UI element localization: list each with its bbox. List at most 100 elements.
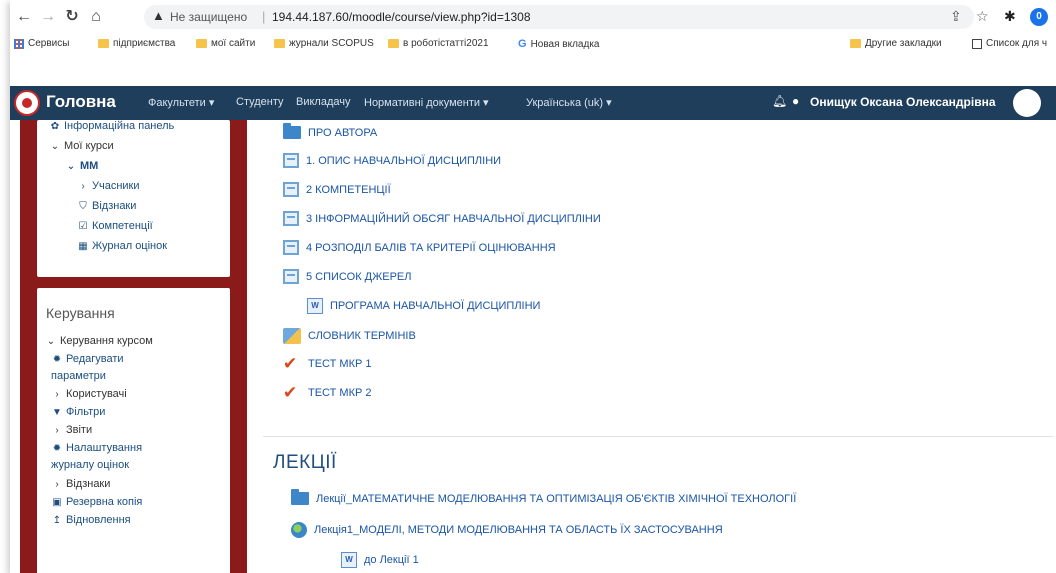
bookmark-folder[interactable]: мої сайти — [196, 38, 255, 49]
not-secure-label[interactable]: Не защищено — [170, 10, 247, 24]
share-icon[interactable]: ⇪ — [950, 8, 962, 25]
nav-language[interactable]: Українська (uk) ▾ — [526, 96, 612, 109]
filter-icon: ▼ — [52, 407, 62, 418]
activity-label: ТЕСТ МКР 1 — [308, 358, 372, 370]
admin-gradebook-setup[interactable]: ✹ Налаштування — [51, 442, 142, 454]
tree-label: Звіти — [66, 424, 93, 436]
tree-label: Налаштування — [66, 442, 143, 454]
site-home-link[interactable]: Головна — [46, 92, 116, 112]
bell-icon[interactable]: 🔔︎ — [772, 94, 787, 108]
activity-page[interactable]: 1. ОПИС НАВЧАЛЬНОЇ ДИСЦИПЛІНИ — [283, 153, 501, 168]
tree-label: Фільтри — [66, 406, 106, 418]
activity-word-file[interactable]: W ПРОГРАМА НАВЧАЛЬНОЇ ДИСЦИПЛІНИ — [307, 298, 540, 314]
bookmark-apps[interactable]: Сервисы — [14, 38, 69, 49]
chat-icon[interactable]: ● — [792, 94, 799, 108]
nav-teacher[interactable]: Викладачу — [296, 96, 350, 108]
upload-icon: ↥ — [52, 515, 62, 526]
forward-icon[interactable]: → — [38, 7, 58, 27]
activity-glossary[interactable]: СЛОВНИК ТЕРМІНІВ — [283, 328, 416, 344]
nav-dashboard[interactable]: ✿ Інформаційна панель — [49, 120, 175, 132]
site-logo[interactable] — [14, 90, 40, 116]
lecture-folder[interactable]: Лекції_МАТЕМАТИЧНЕ МОДЕЛЮВАННЯ ТА ОПТИМІ… — [291, 489, 797, 505]
bookmarks-bar: Сервисы підприємства мої сайти журнали S… — [10, 35, 1056, 55]
glossary-icon — [283, 328, 301, 344]
back-icon[interactable]: ← — [14, 7, 34, 27]
sidebar: ✿ Інформаційна панель ⌄ Мої курси ⌄ ММ › Уча… — [20, 120, 247, 573]
star-icon[interactable]: ☆ — [976, 8, 989, 25]
url-input[interactable]: ▲ Не защищено | 194.44.187.60/moodle/cou… — [144, 5, 974, 29]
course-content: ПРО АВТОРА 1. ОПИС НАВЧАЛЬНОЇ ДИСЦИПЛІНИ… — [255, 120, 1056, 573]
activity-page[interactable]: 4 РОЗПОДІЛ БАЛІВ ТА КРИТЕРІЇ ОЦІНЮВАННЯ — [283, 240, 556, 255]
nav-student[interactable]: Студенту — [236, 96, 284, 108]
bookmark-label: підприємства — [113, 38, 176, 49]
activity-label: до Лекції 1 — [364, 554, 419, 566]
nav-competencies[interactable]: ☑ Компетенції — [77, 220, 153, 232]
chevron-down-icon: ⌄ — [46, 336, 56, 347]
bookmark-other[interactable]: Другие закладки — [850, 38, 942, 49]
home-icon[interactable]: ⌂ — [86, 7, 106, 27]
bookmark-folder[interactable]: підприємства — [98, 38, 175, 49]
activity-folder[interactable]: ПРО АВТОРА — [283, 123, 377, 139]
bookmark-new-tab[interactable]: G Новая вкладка — [518, 38, 600, 50]
bookmark-reading-list[interactable]: Список для ч — [972, 38, 1047, 49]
activity-page[interactable]: 5 СПИСОК ДЖЕРЕЛ — [283, 269, 412, 284]
apps-grid-icon — [14, 38, 24, 49]
page-icon — [283, 182, 299, 197]
admin-backup[interactable]: ▣ Резервна копія — [51, 496, 142, 508]
user-menu[interactable]: Онищук Оксана Олександрівна — [810, 95, 996, 109]
url-separator: | — [262, 9, 266, 24]
activity-label: Лекції_МАТЕМАТИЧНЕ МОДЕЛЮВАННЯ ТА ОПТИМІ… — [316, 492, 797, 505]
admin-edit-settings-line2[interactable]: параметри — [51, 370, 106, 382]
activity-label: Лекція1_МОДЕЛІ, МЕТОДИ МОДЕЛЮВАННЯ ТА ОБ… — [314, 524, 723, 536]
extensions-icon[interactable]: ✱ — [1004, 8, 1016, 25]
tree-label: Інформаційна панель — [64, 120, 175, 132]
tree-label: ММ — [80, 160, 99, 172]
tree-label: Компетенції — [92, 220, 153, 232]
tree-label: Відзнаки — [66, 478, 111, 490]
chevron-right-icon: › — [55, 425, 59, 436]
tree-label: Відновлення — [66, 514, 131, 526]
bookmark-folder[interactable]: в роботістатті2021 — [388, 38, 489, 49]
admin-course-admin[interactable]: ⌄ Керування курсом — [45, 335, 153, 347]
chevron-down-icon: ⌄ — [50, 141, 60, 152]
profile-badge[interactable]: 0 — [1030, 8, 1048, 26]
activity-page[interactable]: 2 КОМПЕТЕНЦІЇ — [283, 182, 391, 197]
quiz-check-icon: ✔ — [283, 354, 298, 373]
admin-gradebook-setup-line2[interactable]: журналу оцінок — [51, 459, 129, 471]
admin-restore[interactable]: ↥ Відновлення — [51, 514, 131, 526]
activity-label: ПРОГРАМА НАВЧАЛЬНОЇ ДИСЦИПЛІНИ — [330, 300, 541, 312]
admin-badges[interactable]: › Відзнаки — [51, 478, 110, 490]
bookmark-folder[interactable]: журнали SCOPUS — [274, 38, 374, 49]
nav-regulations[interactable]: Нормативні документи ▾ — [364, 96, 489, 109]
gear-icon: ✹ — [52, 443, 62, 454]
admin-users[interactable]: › Користувачі — [51, 388, 127, 400]
admin-edit-settings[interactable]: ✹ Редагувати — [51, 353, 124, 365]
nav-faculties[interactable]: Факультети ▾ — [148, 96, 214, 109]
lecture-word-file[interactable]: Wдо Лекції 1 — [341, 552, 419, 568]
bookmark-label: журнали SCOPUS — [289, 38, 374, 49]
tree-label: Мої курси — [64, 140, 114, 152]
nav-badges[interactable]: ⛉ Відзнаки — [77, 200, 136, 212]
activity-quiz[interactable]: ✔ ТЕСТ МКР 2 — [283, 383, 372, 402]
warning-icon[interactable]: ▲ — [152, 8, 165, 23]
folder-icon — [283, 123, 301, 139]
activity-page[interactable]: 3 ІНФОРМАЦІЙНИЙ ОБСЯГ НАВЧАЛЬНОЇ ДИСЦИПЛ… — [283, 211, 601, 226]
activity-quiz[interactable]: ✔ ТЕСТ МКР 1 — [283, 354, 372, 373]
lecture-url[interactable]: Лекція1_МОДЕЛІ, МЕТОДИ МОДЕЛЮВАННЯ ТА ОБ… — [291, 522, 723, 538]
url-text[interactable]: 194.44.187.60/moodle/course/view.php?id=… — [272, 10, 531, 24]
quiz-check-icon: ✔ — [283, 383, 298, 402]
tree-label: Користувачі — [66, 388, 127, 400]
dashboard-icon: ✿ — [50, 121, 60, 132]
folder-icon — [196, 39, 207, 48]
nav-my-courses[interactable]: ⌄ Мої курси — [49, 140, 114, 152]
avatar[interactable] — [1013, 89, 1041, 117]
admin-filters[interactable]: ▼ Фільтри — [51, 406, 105, 418]
chevron-right-icon: › — [81, 181, 85, 192]
bookmark-label: Новая вкладка — [530, 38, 600, 50]
nav-course[interactable]: ⌄ ММ — [65, 160, 99, 172]
chevron-right-icon: › — [55, 479, 59, 490]
reload-icon[interactable]: ↻ — [62, 7, 82, 27]
nav-grades[interactable]: ▦ Журнал оцінок — [77, 240, 167, 252]
nav-participants[interactable]: › Учасники — [77, 180, 139, 192]
admin-reports[interactable]: › Звіти — [51, 424, 92, 436]
